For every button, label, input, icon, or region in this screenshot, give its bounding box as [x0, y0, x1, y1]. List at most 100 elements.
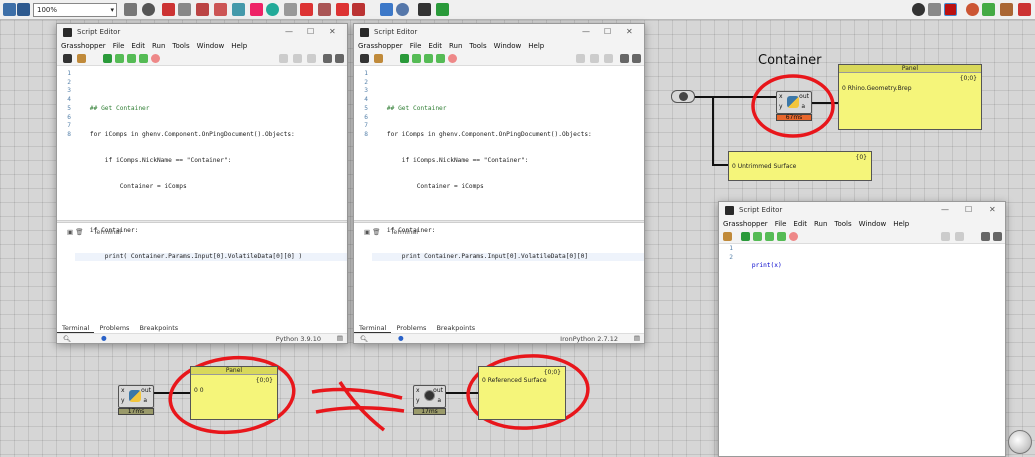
panel-left-icon[interactable] [620, 54, 629, 63]
menu-file[interactable]: File [775, 220, 787, 228]
close-button[interactable]: ✕ [329, 27, 336, 36]
stop-icon[interactable] [151, 54, 160, 63]
layout-icon[interactable]: ▤ [337, 334, 343, 342]
source-param[interactable] [671, 90, 695, 103]
tab-breakpoints[interactable]: Breakpoints [134, 323, 183, 333]
package-icon[interactable] [374, 54, 383, 63]
menu-window[interactable]: Window [859, 220, 887, 228]
menu-help[interactable]: Help [893, 220, 909, 228]
stop-icon[interactable] [789, 232, 798, 241]
menu-file[interactable]: File [113, 42, 125, 50]
output-a[interactable]: a [143, 397, 147, 404]
menu-help[interactable]: Help [231, 42, 247, 50]
package-icon[interactable] [77, 54, 86, 63]
code-area[interactable]: ## Get Container for iComps in ghenv.Com… [372, 70, 644, 279]
minimize-button[interactable]: — [941, 205, 949, 214]
input-x[interactable]: x [416, 387, 420, 394]
tab-problems[interactable]: Problems [94, 323, 134, 333]
step-into-icon[interactable] [765, 232, 774, 241]
panel-left-icon[interactable] [323, 54, 332, 63]
maximize-button[interactable]: ☐ [965, 205, 972, 214]
navigation-widget[interactable] [1008, 430, 1032, 454]
menu-help[interactable]: Help [528, 42, 544, 50]
bubble-icon[interactable] [293, 54, 302, 63]
step-out-icon[interactable] [139, 54, 148, 63]
preview-icon[interactable] [279, 54, 288, 63]
panel-surface[interactable]: {0} 0 Untrimmed Surface [728, 151, 872, 181]
maximize-button[interactable]: ☐ [604, 27, 611, 36]
minimize-button[interactable]: — [285, 27, 293, 36]
tab-problems[interactable]: Problems [391, 323, 431, 333]
code-area[interactable]: ## Get Container for iComps in ghenv.Com… [75, 70, 347, 279]
menu-tools[interactable]: Tools [469, 42, 486, 50]
menu-file[interactable]: File [410, 42, 422, 50]
input-y[interactable]: y [121, 397, 125, 404]
output-out[interactable]: out [799, 93, 809, 100]
menu-edit[interactable]: Edit [428, 42, 442, 50]
menu-tools[interactable]: Tools [172, 42, 189, 50]
menu-window[interactable]: Window [197, 42, 225, 50]
panel-output-2[interactable]: {0;0} 0 Referenced Surface [478, 366, 566, 420]
step-icon[interactable] [753, 232, 762, 241]
output-a[interactable]: a [437, 397, 441, 404]
menu-grasshopper[interactable]: Grasshopper [358, 42, 403, 50]
search-icon[interactable]: 🔍︎ [360, 335, 368, 343]
stop-icon[interactable] [448, 54, 457, 63]
maximize-button[interactable]: ☐ [307, 27, 314, 36]
tab-breakpoints[interactable]: Breakpoints [431, 323, 480, 333]
menu-tools[interactable]: Tools [834, 220, 851, 228]
input-y[interactable]: y [416, 397, 420, 404]
save-icon[interactable] [360, 54, 369, 63]
code-area[interactable]: print(x) [737, 245, 1005, 306]
clear-icon[interactable]: ▣ 🗑 [364, 228, 380, 236]
panel-right-icon[interactable] [335, 54, 344, 63]
step-into-icon[interactable] [424, 54, 433, 63]
output-out[interactable]: out [433, 387, 443, 394]
step-out-icon[interactable] [777, 232, 786, 241]
panel-right-icon[interactable] [632, 54, 641, 63]
step-icon[interactable] [115, 54, 124, 63]
run-icon[interactable] [400, 54, 409, 63]
step-into-icon[interactable] [127, 54, 136, 63]
lock-icon[interactable] [604, 54, 613, 63]
package-icon[interactable] [723, 232, 732, 241]
python3-component[interactable]: x y out a [118, 385, 154, 408]
bubble-icon[interactable] [955, 232, 964, 241]
close-button[interactable]: ✕ [989, 205, 996, 214]
input-y[interactable]: y [779, 103, 783, 110]
help-icon[interactable]: ● [398, 334, 404, 342]
run-icon[interactable] [103, 54, 112, 63]
lock-icon[interactable] [307, 54, 316, 63]
preview-icon[interactable] [576, 54, 585, 63]
help-icon[interactable]: ● [101, 334, 107, 342]
container-component[interactable]: x y out a [776, 91, 812, 114]
splitter[interactable] [57, 220, 347, 223]
output-out[interactable]: out [141, 387, 151, 394]
clear-icon[interactable]: ▣ 🗑 [67, 228, 83, 236]
tab-terminal[interactable]: Terminal [57, 323, 95, 333]
step-out-icon[interactable] [436, 54, 445, 63]
menu-run[interactable]: Run [814, 220, 827, 228]
step-icon[interactable] [412, 54, 421, 63]
save-icon[interactable] [63, 54, 72, 63]
input-x[interactable]: x [121, 387, 125, 394]
panel-brep[interactable]: Panel {0;0} 0 Rhino.Geometry.Brep [838, 64, 982, 130]
close-button[interactable]: ✕ [626, 27, 633, 36]
menu-grasshopper[interactable]: Grasshopper [723, 220, 768, 228]
bubble-icon[interactable] [590, 54, 599, 63]
preview-icon[interactable] [941, 232, 950, 241]
output-a[interactable]: a [801, 103, 805, 110]
menu-edit[interactable]: Edit [131, 42, 145, 50]
panel-left-icon[interactable] [981, 232, 990, 241]
panel-right-icon[interactable] [993, 232, 1002, 241]
menu-run[interactable]: Run [449, 42, 462, 50]
menu-edit[interactable]: Edit [793, 220, 807, 228]
splitter[interactable] [354, 220, 644, 223]
run-icon[interactable] [741, 232, 750, 241]
ironpython-component[interactable]: x y out a [413, 385, 446, 408]
input-x[interactable]: x [779, 93, 783, 100]
menu-run[interactable]: Run [152, 42, 165, 50]
panel-output-1[interactable]: Panel {0;0} 0 0 [190, 366, 278, 420]
layout-icon[interactable]: ▤ [634, 334, 640, 342]
menu-grasshopper[interactable]: Grasshopper [61, 42, 106, 50]
